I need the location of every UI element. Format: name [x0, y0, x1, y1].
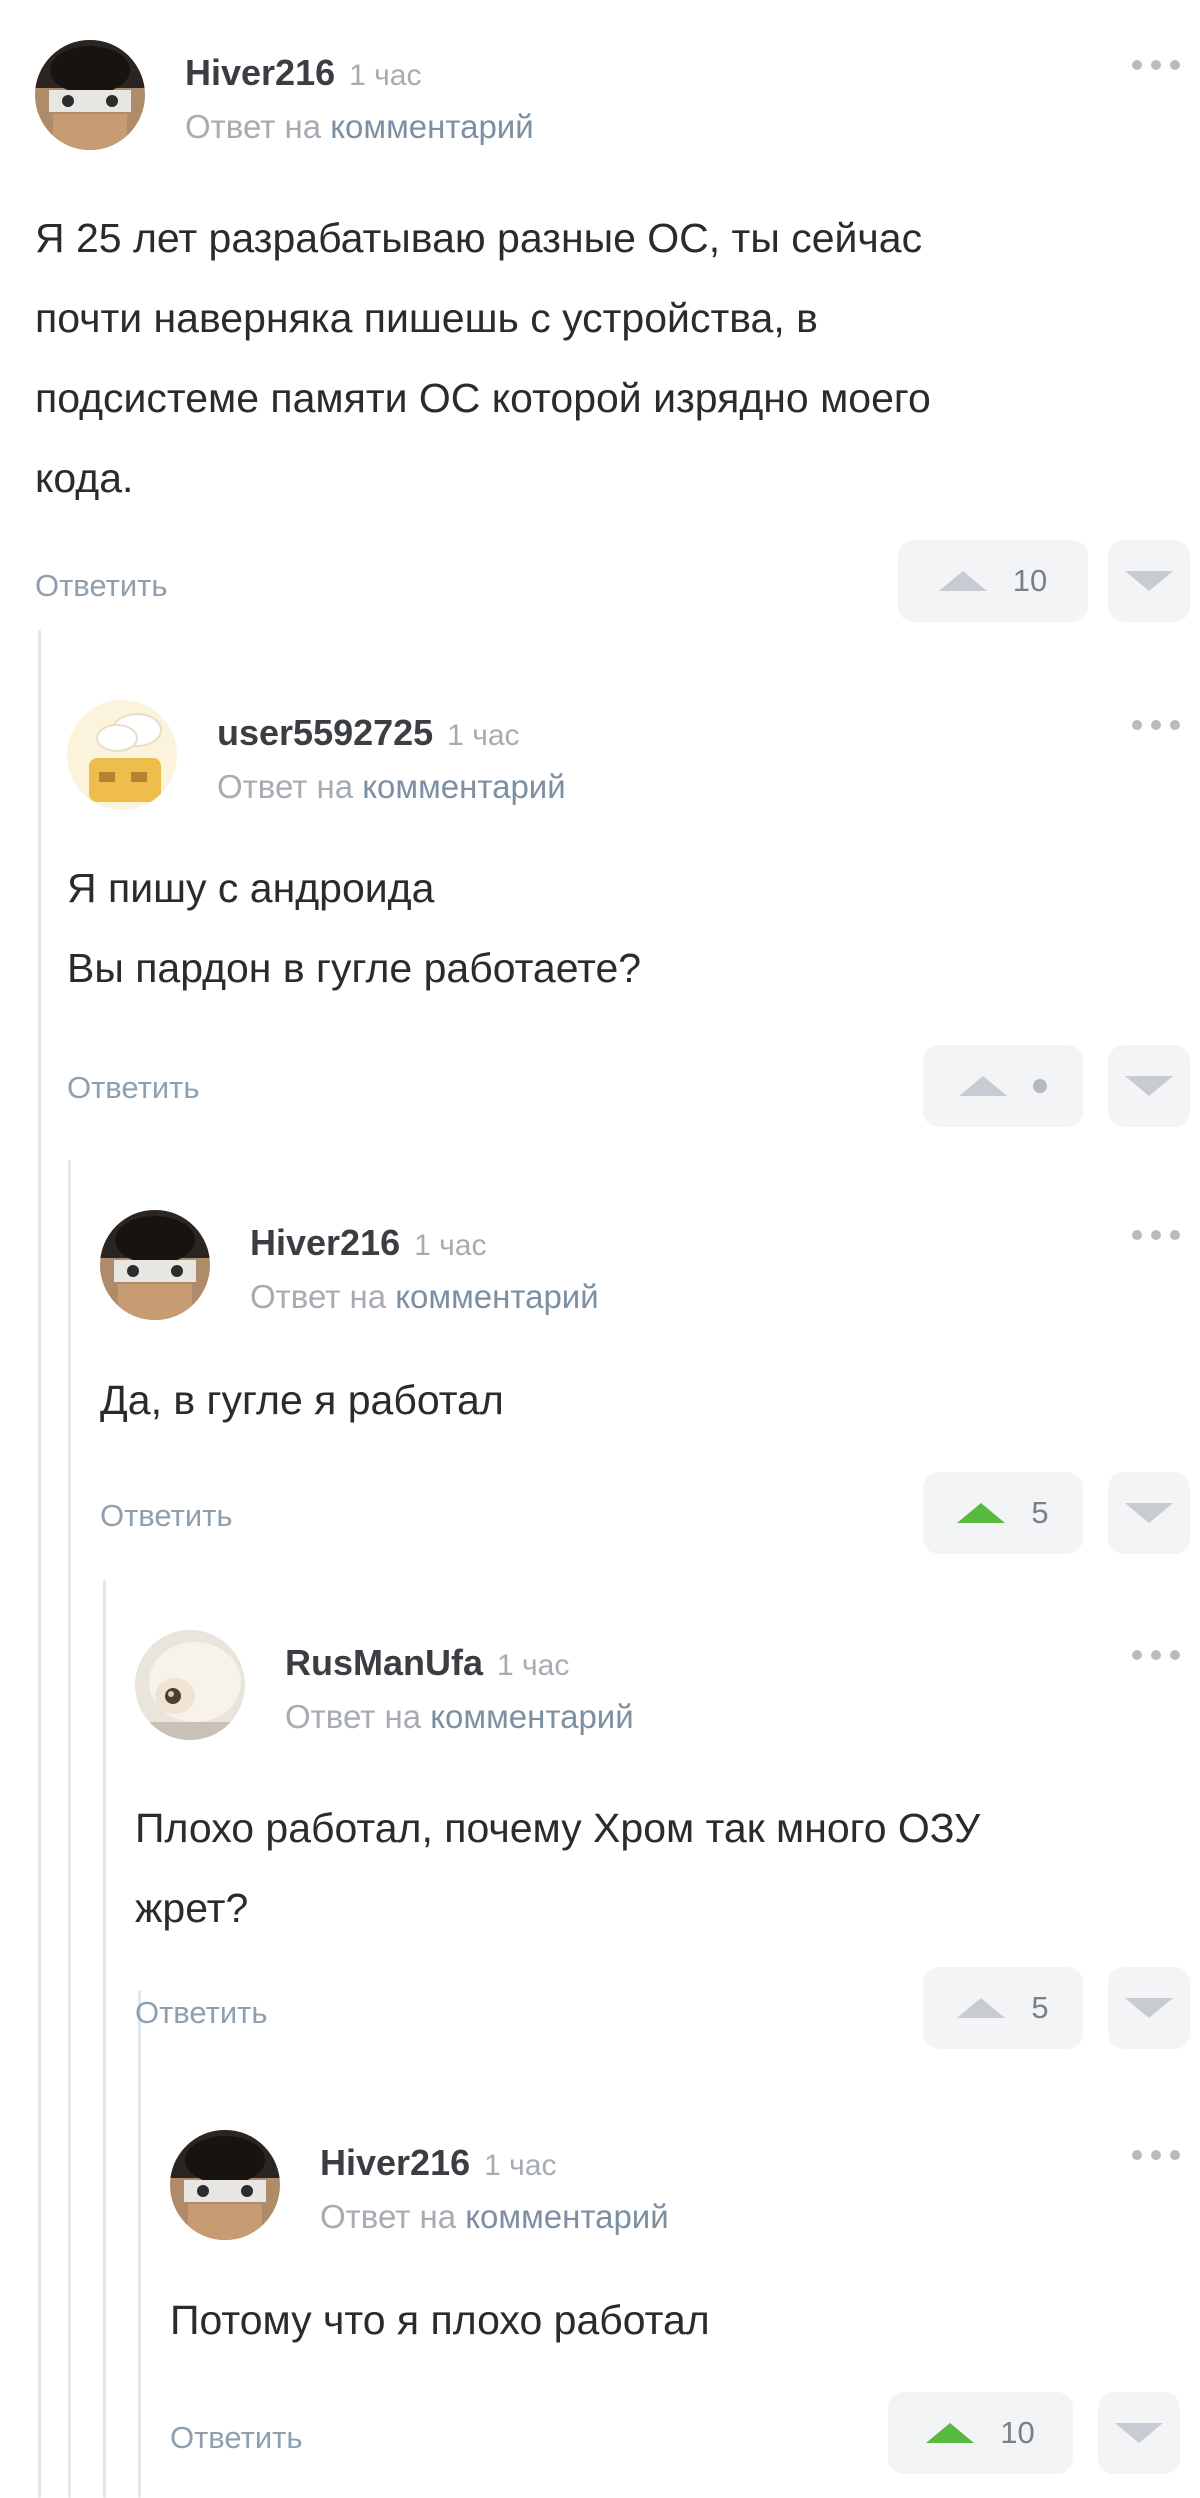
- timestamp: 1 час: [447, 719, 520, 752]
- username-text[interactable]: user5592725: [217, 712, 433, 753]
- triangle-up-icon: [957, 1503, 1006, 1523]
- timestamp: 1 час: [349, 59, 422, 92]
- reply-button[interactable]: Ответить: [35, 568, 168, 604]
- thread-line: [68, 1160, 71, 2498]
- more-dots-icon[interactable]: [1132, 720, 1180, 730]
- triangle-down-icon: [1125, 1076, 1173, 1096]
- username[interactable]: Hiver216 1 час: [185, 52, 421, 94]
- reply-button[interactable]: Ответить: [170, 2420, 303, 2456]
- timestamp: 1 час: [497, 1649, 570, 1682]
- reply-prefix: Ответ на: [217, 768, 354, 805]
- text-line: Вы пардон в гугле работаете?: [67, 945, 642, 991]
- reply-button[interactable]: Ответить: [67, 1070, 200, 1106]
- reply-to: Ответ на комментарий: [185, 108, 534, 146]
- vote-up-button[interactable]: 5: [923, 1967, 1083, 2049]
- text-line: почти наверняка пишешь с устройства, в: [35, 295, 818, 341]
- username-text[interactable]: Hiver216: [320, 2142, 470, 2183]
- text-line: подсистеме памяти ОС которой изрядно мое…: [35, 375, 931, 421]
- avatar[interactable]: [170, 2130, 280, 2240]
- username-text[interactable]: RusManUfa: [285, 1642, 483, 1683]
- timestamp: 1 час: [414, 1229, 487, 1262]
- vote-up-button[interactable]: 10: [888, 2392, 1073, 2474]
- reply-button[interactable]: Ответить: [100, 1498, 233, 1534]
- vote-down-button[interactable]: [1108, 540, 1190, 622]
- vote-score: 10: [1000, 2415, 1035, 2450]
- vote-up-button[interactable]: 5: [923, 1472, 1083, 1554]
- vote-up-button[interactable]: 10: [898, 540, 1088, 622]
- triangle-up-icon: [926, 2423, 975, 2443]
- comment-text: Да, в гугле я работал: [100, 1360, 1160, 1440]
- text-line: Плохо работал, почему Хром так много ОЗУ: [135, 1805, 981, 1851]
- reply-to: Ответ на комментарий: [250, 1278, 599, 1316]
- vote-score: 5: [1031, 1495, 1049, 1530]
- more-dots-icon[interactable]: [1132, 60, 1180, 70]
- username-text[interactable]: Hiver216: [185, 52, 335, 93]
- more-dots-icon[interactable]: [1132, 1650, 1180, 1660]
- triangle-down-icon: [1115, 2423, 1163, 2443]
- parent-comment-link[interactable]: комментарий: [330, 108, 533, 145]
- score-hidden-dot: [1033, 1079, 1047, 1093]
- avatar[interactable]: [100, 1210, 210, 1320]
- reply-to: Ответ на комментарий: [285, 1698, 634, 1736]
- reply-prefix: Ответ на: [320, 2198, 457, 2235]
- username[interactable]: RusManUfa 1 час: [285, 1642, 569, 1684]
- reply-prefix: Ответ на: [285, 1698, 422, 1735]
- text-line: кода.: [35, 455, 134, 501]
- vote-down-button[interactable]: [1108, 1967, 1190, 2049]
- reply-to: Ответ на комментарий: [217, 768, 566, 806]
- username[interactable]: Hiver216 1 час: [250, 1222, 486, 1264]
- triangle-down-icon: [1125, 1998, 1173, 2018]
- more-dots-icon[interactable]: [1132, 1230, 1180, 1240]
- vote-up-button[interactable]: [923, 1045, 1083, 1127]
- more-dots-icon[interactable]: [1132, 2150, 1180, 2160]
- avatar[interactable]: [35, 40, 145, 150]
- username-text[interactable]: Hiver216: [250, 1222, 400, 1263]
- reply-to: Ответ на комментарий: [320, 2198, 669, 2236]
- vote-score: 5: [1031, 1990, 1049, 2025]
- timestamp: 1 час: [484, 2149, 557, 2182]
- vote-down-button[interactable]: [1098, 2392, 1180, 2474]
- comment-text: Плохо работал, почему Хром так много ОЗУ…: [135, 1788, 1160, 1948]
- text-line: Да, в гугле я работал: [100, 1377, 504, 1423]
- text-line: Я 25 лет разрабатываю разные ОС, ты сейч…: [35, 215, 923, 261]
- reply-button[interactable]: Ответить: [135, 1995, 268, 2031]
- username[interactable]: user5592725 1 час: [217, 712, 520, 754]
- triangle-down-icon: [1125, 1503, 1173, 1523]
- comment-text: Потому что я плохо работал: [170, 2280, 1160, 2360]
- parent-comment-link[interactable]: комментарий: [465, 2198, 668, 2235]
- username[interactable]: Hiver216 1 час: [320, 2142, 556, 2184]
- avatar[interactable]: [135, 1630, 245, 1740]
- avatar[interactable]: [67, 700, 177, 810]
- triangle-up-icon: [938, 571, 987, 591]
- triangle-up-icon: [959, 1076, 1007, 1096]
- thread-line: [38, 630, 41, 2498]
- vote-down-button[interactable]: [1108, 1472, 1190, 1554]
- vote-down-button[interactable]: [1108, 1045, 1190, 1127]
- text-line: Потому что я плохо работал: [170, 2297, 710, 2343]
- reply-prefix: Ответ на: [185, 108, 322, 145]
- vote-score: 10: [1012, 563, 1048, 598]
- thread-line: [103, 1580, 106, 2498]
- parent-comment-link[interactable]: комментарий: [362, 768, 565, 805]
- comment-text: Я пишу с андроида Вы пардон в гугле рабо…: [67, 848, 1160, 1008]
- parent-comment-link[interactable]: комментарий: [395, 1278, 598, 1315]
- triangle-down-icon: [1125, 571, 1173, 591]
- reply-prefix: Ответ на: [250, 1278, 387, 1315]
- comment-text: Я 25 лет разрабатываю разные ОС, ты сейч…: [35, 198, 1160, 518]
- thread-line: [138, 1990, 141, 2498]
- text-line: Я пишу с андроида: [67, 865, 435, 911]
- triangle-up-icon: [957, 1998, 1006, 2018]
- text-line: жрет?: [135, 1885, 249, 1931]
- parent-comment-link[interactable]: комментарий: [430, 1698, 633, 1735]
